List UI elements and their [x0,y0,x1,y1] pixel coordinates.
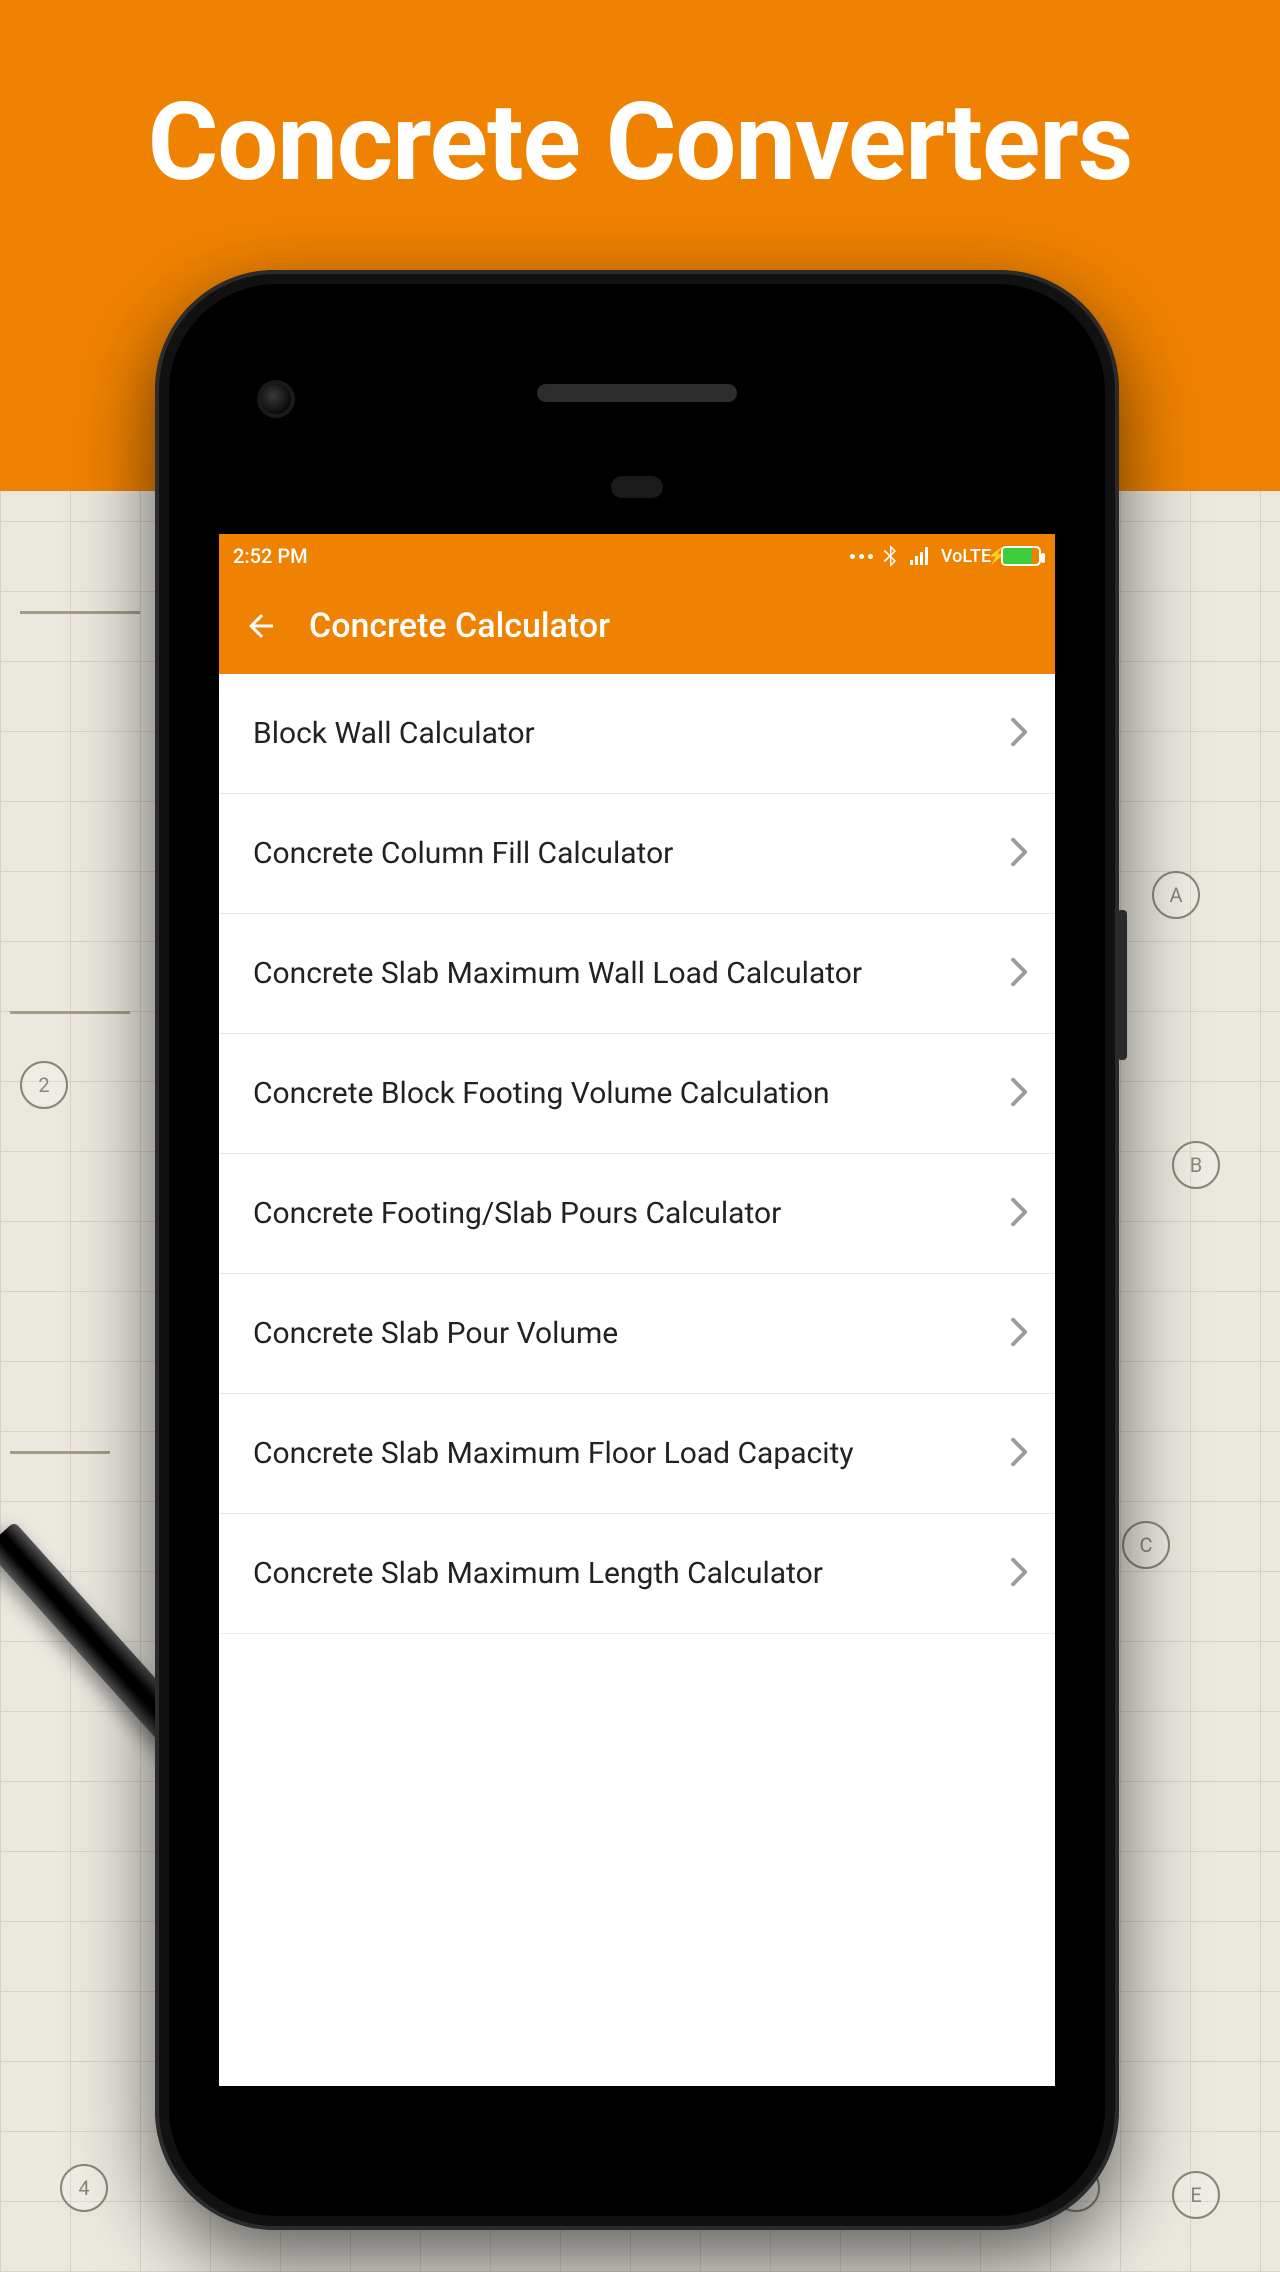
chevron-right-icon [1011,958,1029,990]
power-button-graphic [1117,910,1127,1060]
chevron-right-icon [1011,838,1029,870]
arrow-left-icon [243,608,279,644]
list-item[interactable]: Concrete Slab Pour Volume [219,1274,1055,1394]
status-bar: 2:52 PM VoLTE ⚡ [219,534,1055,578]
list-item-label: Concrete Slab Maximum Length Calculator [253,1556,823,1591]
list-item[interactable]: Block Wall Calculator [219,674,1055,794]
app-bar-title: Concrete Calculator [309,606,610,646]
list-item[interactable]: Concrete Slab Maximum Length Calculator [219,1514,1055,1634]
list-item-label: Concrete Column Fill Calculator [253,836,673,871]
bubble-mark: 2 [20,1061,68,1109]
ruler-line [20,611,140,614]
status-right: VoLTE ⚡ [850,544,1041,568]
chevron-right-icon [1011,1198,1029,1230]
battery-icon [1001,546,1041,566]
earpiece-graphic [537,384,737,402]
list-item[interactable]: Concrete Block Footing Volume Calculatio… [219,1034,1055,1154]
phone-frame: 2:52 PM VoLTE ⚡ [155,270,1119,2230]
phone-inner: 2:52 PM VoLTE ⚡ [169,284,1105,2216]
list-item[interactable]: Concrete Column Fill Calculator [219,794,1055,914]
bluetooth-icon [883,544,899,568]
list-item[interactable]: Concrete Footing/Slab Pours Calculator [219,1154,1055,1274]
chevron-right-icon [1011,718,1029,750]
chevron-right-icon [1011,1558,1029,1590]
app-bar: Concrete Calculator [219,578,1055,674]
chevron-right-icon [1011,1318,1029,1350]
camera-graphic [261,384,291,414]
bubble-mark: E [1172,2171,1220,2219]
more-dots-icon [850,554,873,559]
list-item-label: Concrete Footing/Slab Pours Calculator [253,1196,781,1231]
bubble-mark: A [1152,871,1200,919]
ruler-line [10,1011,130,1014]
list-item-label: Concrete Slab Pour Volume [253,1316,618,1351]
bubble-mark: 4 [60,2164,108,2212]
status-time: 2:52 PM [233,544,308,568]
list-item-label: Concrete Slab Maximum Floor Load Capacit… [253,1436,854,1471]
list-item[interactable]: Concrete Slab Maximum Wall Load Calculat… [219,914,1055,1034]
signal-icon [909,547,931,565]
proximity-sensor-graphic [611,476,663,498]
calculator-list: Block Wall Calculator Concrete Column Fi… [219,674,1055,1634]
back-button[interactable] [241,606,281,646]
bubble-mark: C [1122,1521,1170,1569]
ruler-line [10,1451,110,1454]
list-item[interactable]: Concrete Slab Maximum Floor Load Capacit… [219,1394,1055,1514]
promo-page: A B C E F 4 5 6 2 Concrete Converters 2:… [0,0,1280,2272]
chevron-right-icon [1011,1078,1029,1110]
chevron-right-icon [1011,1438,1029,1470]
phone-screen: 2:52 PM VoLTE ⚡ [219,534,1055,2086]
banner-title: Concrete Converters [148,80,1133,206]
list-item-label: Concrete Block Footing Volume Calculatio… [253,1076,830,1111]
list-item-label: Block Wall Calculator [253,716,535,751]
volte-label: VoLTE [941,546,991,567]
bubble-mark: B [1172,1141,1220,1189]
list-item-label: Concrete Slab Maximum Wall Load Calculat… [253,956,862,991]
